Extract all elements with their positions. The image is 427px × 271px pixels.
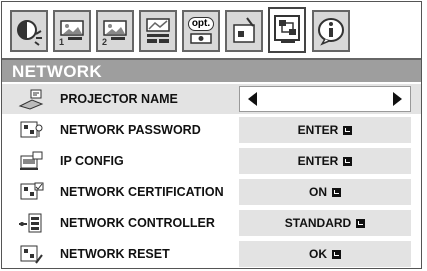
network-menu-panel: 1 2 opt. NETWORK PROJECTOR NAME NETWORK … [1, 1, 422, 270]
tab-picture-2[interactable]: 2 [96, 10, 134, 52]
menu-item-network-certification[interactable]: NETWORK CERTIFICATION ON [2, 177, 421, 208]
tab-picture-1[interactable]: 1 [53, 10, 91, 52]
tab-option[interactable]: opt. [182, 10, 220, 52]
option-icon: opt. [187, 17, 215, 45]
menu-item-label: NETWORK CONTROLLER [60, 216, 215, 230]
tab-screen[interactable] [139, 10, 177, 52]
tab-image-adjust[interactable] [10, 10, 48, 52]
menu-item-value: ENTER [297, 154, 339, 168]
network-password-enter-button[interactable]: ENTER [239, 117, 411, 143]
information-icon [318, 18, 344, 46]
tab-information[interactable] [312, 10, 350, 52]
tab-setup[interactable] [225, 10, 263, 52]
menu-item-label: NETWORK PASSWORD [60, 123, 201, 137]
image-adjust-icon [17, 20, 42, 46]
menu-item-network-password[interactable]: NETWORK PASSWORD ENTER [2, 115, 421, 146]
ip-config-icon [20, 151, 43, 170]
tab-number: 1 [59, 37, 65, 47]
projector-name-selector[interactable] [239, 86, 411, 112]
screen-icon [146, 18, 170, 43]
tab-network[interactable] [268, 7, 306, 53]
arrow-left-icon[interactable] [248, 92, 257, 106]
certification-icon [20, 182, 44, 200]
setup-icon [233, 17, 255, 43]
ip-config-enter-button[interactable]: ENTER [239, 148, 411, 174]
projector-name-icon [18, 89, 44, 110]
menu-item-label: IP CONFIG [60, 154, 124, 168]
menu-item-value: ENTER [297, 123, 339, 137]
network-reset-ok-button[interactable]: OK [239, 241, 411, 267]
option-label: opt. [187, 17, 215, 31]
menu-tab-bar: 1 2 opt. [2, 2, 421, 60]
enter-icon [343, 125, 353, 135]
menu-title-bar: NETWORK [2, 58, 421, 82]
network-certification-toggle[interactable]: ON [239, 179, 411, 205]
menu-item-label: NETWORK CERTIFICATION [60, 185, 224, 199]
network-controller-selector[interactable]: STANDARD [239, 210, 411, 236]
menu-item-network-reset[interactable]: NETWORK RESET OK [2, 239, 421, 270]
enter-icon [332, 187, 341, 197]
menu-item-label: NETWORK RESET [60, 247, 170, 261]
enter-icon [343, 156, 353, 166]
page-title: NETWORK [12, 62, 102, 81]
network-menu-list: PROJECTOR NAME NETWORK PASSWORD ENTER IP… [2, 84, 421, 270]
password-icon [20, 121, 43, 138]
tab-number: 2 [102, 37, 108, 47]
menu-item-network-controller[interactable]: NETWORK CONTROLLER STANDARD [2, 208, 421, 239]
network-icon [274, 15, 300, 43]
menu-item-value: ON [309, 185, 327, 199]
enter-icon [332, 249, 341, 259]
arrow-right-icon[interactable] [393, 92, 402, 106]
enter-icon [356, 218, 366, 228]
menu-item-label: PROJECTOR NAME [60, 92, 178, 106]
menu-item-ip-config[interactable]: IP CONFIG ENTER [2, 146, 421, 177]
menu-item-value: STANDARD [284, 216, 352, 230]
controller-icon [19, 213, 42, 233]
menu-item-projector-name[interactable]: PROJECTOR NAME [2, 84, 421, 115]
reset-icon [20, 245, 43, 264]
menu-item-value: OK [309, 247, 327, 261]
